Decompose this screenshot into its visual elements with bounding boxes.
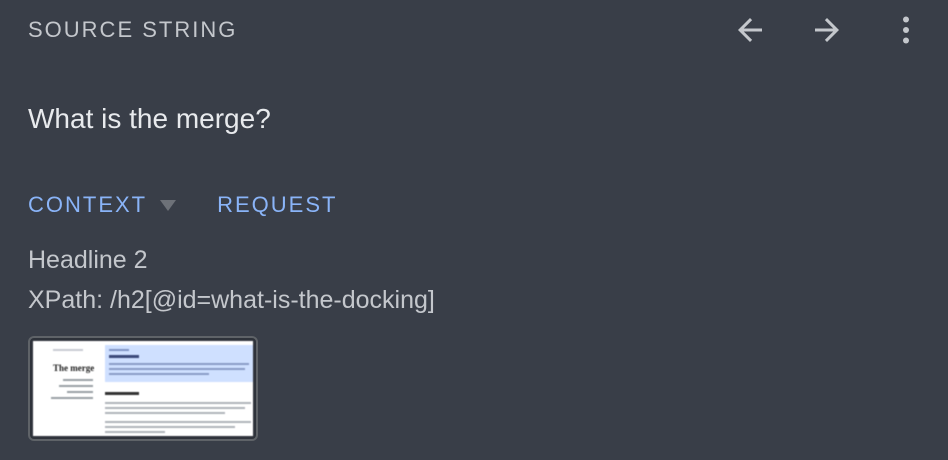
preview-line — [109, 349, 129, 351]
back-button[interactable] — [730, 10, 770, 50]
preview-nav-line — [63, 379, 93, 381]
preview-nav-line — [59, 385, 93, 387]
preview-line — [109, 368, 245, 370]
context-screenshot-thumbnail[interactable]: The merge — [28, 336, 258, 441]
preview-nav-line — [51, 397, 93, 399]
preview-nav-line — [67, 391, 93, 393]
caret-down-icon — [160, 200, 177, 211]
preview-line — [105, 402, 251, 404]
tab-context-label: CONTEXT — [28, 192, 148, 217]
forward-button[interactable] — [807, 10, 847, 50]
tab-request[interactable]: REQUEST — [217, 192, 337, 218]
preview-page-title: The merge — [53, 363, 95, 373]
preview-line — [109, 363, 249, 365]
preview-line — [105, 431, 165, 433]
preview-line — [105, 412, 225, 414]
source-string-text: What is the merge? — [28, 103, 271, 134]
preview-highlight-panel — [105, 345, 253, 382]
xpath-text: XPath: /h2[@id=what-is-the-docking] — [28, 286, 435, 314]
element-type: Headline 2 — [28, 246, 148, 274]
tab-context[interactable]: CONTEXT — [28, 192, 217, 218]
tab-request-label: REQUEST — [217, 192, 338, 217]
more-options-button[interactable] — [886, 10, 926, 50]
preview-line — [109, 373, 209, 375]
preview-line — [105, 426, 235, 428]
source-string-heading: SOURCE STRING — [28, 17, 238, 42]
preview-line — [105, 407, 245, 409]
arrow-right-icon — [815, 18, 839, 42]
arrow-left-icon — [738, 18, 762, 42]
more-vert-icon — [903, 16, 909, 44]
preview-line — [109, 355, 139, 358]
preview-nav-line — [53, 349, 83, 351]
preview-heading — [105, 392, 139, 395]
context-tabs: CONTEXT REQUEST — [28, 192, 337, 218]
screenshot-preview: The merge — [33, 341, 253, 436]
preview-line — [105, 421, 251, 423]
